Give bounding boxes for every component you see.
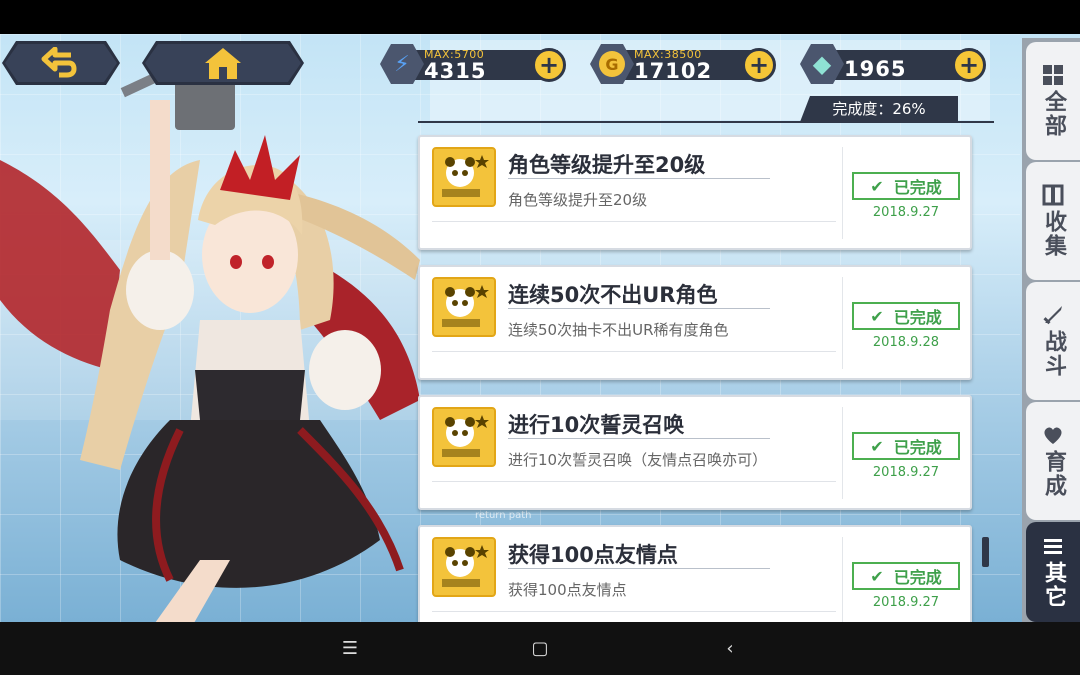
- collection-icon: [1042, 184, 1064, 206]
- home-icon: [201, 45, 245, 81]
- tab-training[interactable]: 育成: [1026, 402, 1080, 520]
- sleeve-right: [309, 330, 381, 410]
- achievement-description: 连续50次抽卡不出UR稀有度角色: [508, 321, 729, 339]
- checkmark-icon: ✔: [870, 566, 884, 586]
- arm: [150, 100, 170, 260]
- eye-left: [230, 255, 242, 269]
- corset: [195, 370, 305, 420]
- achievement-title: 连续50次不出UR角色: [508, 283, 718, 307]
- add-gems-button[interactable]: +: [952, 48, 986, 82]
- list-scrollbar[interactable]: [982, 537, 989, 567]
- completion-date: 2018.9.27: [872, 465, 940, 480]
- achievement-card[interactable]: 进行10次誓灵召唤 进行10次誓灵召唤（友情点召唤亦可） ✔ 已完成 2018.9…: [418, 395, 972, 510]
- achievement-title: 角色等级提升至20级: [508, 153, 706, 177]
- gold-coin-icon: G: [599, 51, 625, 77]
- completion-date: 2018.9.27: [872, 205, 940, 220]
- completion-rate: 完成度：26%: [800, 96, 958, 122]
- system-navigation-bar: ☰ ▢ ‹: [0, 622, 1080, 675]
- checkmark-icon: ✔: [870, 436, 884, 456]
- sword-icon: [1043, 306, 1062, 325]
- completion-date: 2018.9.27: [872, 595, 940, 610]
- add-stamina-button[interactable]: +: [532, 48, 566, 82]
- gold-currency: G MAX:38500 17102 +: [590, 44, 780, 84]
- tab-all[interactable]: 全部: [1026, 42, 1080, 160]
- eye-right: [262, 255, 274, 269]
- completed-badge: ✔ 已完成: [852, 432, 960, 460]
- achievement-card[interactable]: 获得100点友情点 获得100点友情点 ✔ 已完成 2018.9.27: [418, 525, 972, 637]
- checkmark-icon: ✔: [870, 306, 884, 326]
- system-home-button[interactable]: ▢: [525, 638, 555, 659]
- status-bar: [0, 0, 1080, 34]
- achievement-card[interactable]: 连续50次不出UR角色 连续50次抽卡不出UR稀有度角色 ✔ 已完成 2018.9…: [418, 265, 972, 380]
- back-button[interactable]: [2, 41, 120, 85]
- crown: [220, 135, 300, 200]
- panda-badge-icon: [432, 147, 496, 207]
- game-screen: return path ⚡ MAX:5700 4315 + G MAX:3850…: [0, 0, 1080, 675]
- achievement-title: 获得100点友情点: [508, 543, 678, 567]
- achievement-card[interactable]: 角色等级提升至20级 角色等级提升至20级 ✔ 已完成 2018.9.27: [418, 135, 972, 250]
- achievement-title: 进行10次誓灵召唤: [508, 413, 685, 437]
- crystal-icon: ◆: [812, 50, 832, 78]
- stamina-value: 4315: [424, 59, 487, 83]
- heart-icon: [1044, 427, 1062, 444]
- stamina-currency: ⚡ MAX:5700 4315 +: [380, 44, 570, 84]
- battery-icon: ⚡: [394, 51, 410, 77]
- completed-badge: ✔ 已完成: [852, 302, 960, 330]
- tab-collection[interactable]: 收集: [1026, 162, 1080, 280]
- gem-currency: ◆ 1965 +: [800, 44, 990, 84]
- achievement-description: 进行10次誓灵召唤（友情点召唤亦可）: [508, 451, 768, 469]
- completed-badge: ✔ 已完成: [852, 562, 960, 590]
- panda-badge-icon: [432, 407, 496, 467]
- background-text: return path: [475, 510, 532, 521]
- panda-badge-icon: [432, 277, 496, 337]
- panda-badge-icon: [432, 537, 496, 597]
- gold-value: 17102: [634, 59, 713, 83]
- sleeve-left: [126, 250, 194, 330]
- completion-divider: [418, 121, 994, 123]
- cape-left: [0, 160, 120, 370]
- character-illustration: [0, 58, 420, 630]
- home-button[interactable]: [142, 41, 304, 85]
- completed-badge: ✔ 已完成: [852, 172, 960, 200]
- grid-icon: [1043, 65, 1063, 85]
- system-back-button[interactable]: ‹: [715, 638, 745, 659]
- tab-other[interactable]: 其它: [1026, 522, 1080, 622]
- gem-value: 1965: [844, 57, 907, 81]
- recent-apps-button[interactable]: ☰: [335, 638, 365, 659]
- tab-battle[interactable]: 战斗: [1026, 282, 1080, 400]
- category-tabs: 全部 收集 战斗 育成 其它: [1022, 38, 1080, 622]
- completion-date: 2018.9.28: [872, 335, 940, 350]
- menu-icon: [1044, 539, 1062, 554]
- achievement-description: 角色等级提升至20级: [508, 191, 648, 209]
- add-gold-button[interactable]: +: [742, 48, 776, 82]
- checkmark-icon: ✔: [870, 176, 884, 196]
- achievement-description: 获得100点友情点: [508, 581, 627, 599]
- back-arrow-icon: [41, 47, 81, 79]
